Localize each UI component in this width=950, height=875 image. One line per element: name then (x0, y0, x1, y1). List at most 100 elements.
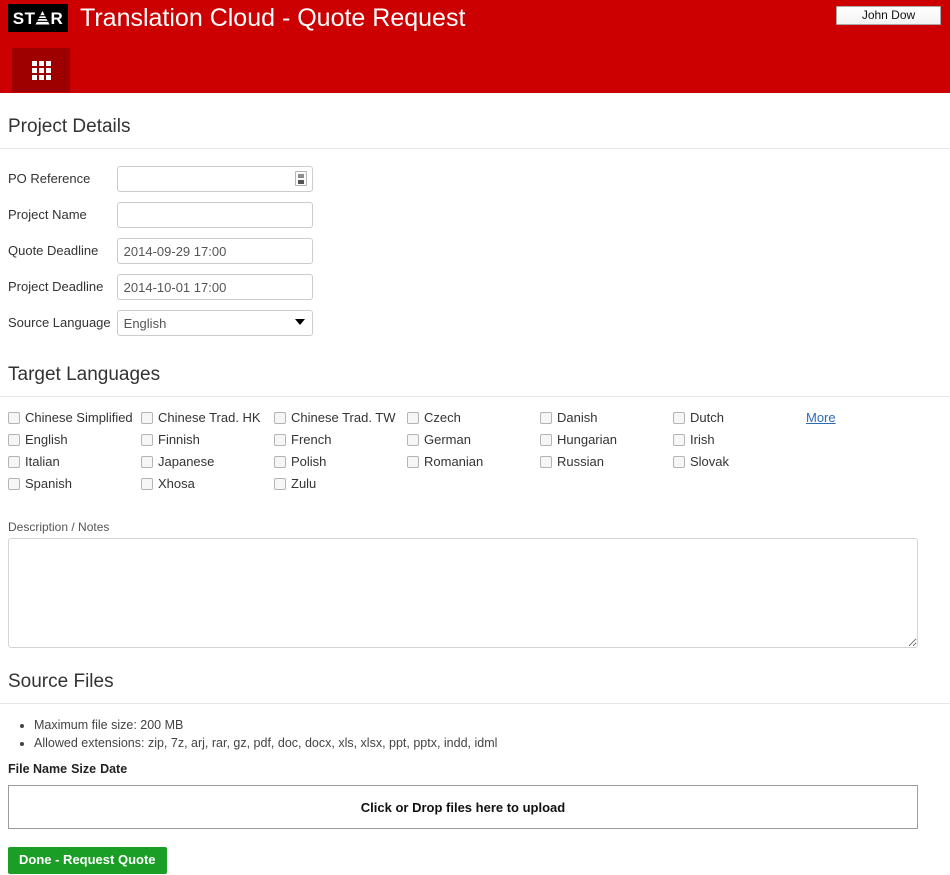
form-row-po-reference: PO Reference (8, 161, 313, 197)
language-label: Xhosa (158, 476, 195, 491)
apps-grid-icon (32, 61, 51, 80)
language-label: Hungarian (557, 432, 617, 447)
language-checkbox-item[interactable]: Zulu (274, 476, 407, 491)
language-checkbox-item[interactable]: Xhosa (141, 476, 274, 491)
language-checkbox[interactable] (407, 434, 419, 446)
submit-request-quote-button[interactable]: Done - Request Quote (8, 847, 167, 874)
file-dropzone[interactable]: Click or Drop files here to upload (8, 785, 918, 829)
language-label: Italian (25, 454, 60, 469)
language-checkbox-item[interactable]: Slovak (673, 454, 806, 469)
language-checkbox-item[interactable]: Irish (673, 432, 806, 447)
language-checkbox-item[interactable]: Romanian (407, 454, 540, 469)
language-checkbox[interactable] (673, 434, 685, 446)
language-checkbox[interactable] (8, 412, 20, 424)
language-checkbox-item[interactable]: French (274, 432, 407, 447)
section-divider (0, 703, 950, 704)
language-row: Spanish Xhosa Zulu (8, 476, 942, 498)
star-logo-suffix: R (50, 10, 63, 27)
picker-icon[interactable] (295, 171, 307, 186)
section-divider (0, 148, 950, 149)
apps-nav-tab[interactable] (12, 48, 70, 92)
file-table-header: File Name Size Date (8, 762, 942, 776)
project-name-input[interactable] (117, 202, 313, 228)
language-checkbox-item[interactable]: Polish (274, 454, 407, 469)
project-details-form: PO Reference Project Name Quote Deadline… (8, 161, 313, 341)
language-checkbox[interactable] (141, 412, 153, 424)
language-row: Italian Japanese Polish Romanian Russian… (8, 454, 942, 476)
section-divider (0, 396, 950, 397)
language-checkbox-item[interactable]: Dutch (673, 410, 806, 425)
user-menu-button[interactable]: John Dow (836, 6, 941, 25)
language-label: French (291, 432, 331, 447)
language-checkbox[interactable] (540, 456, 552, 468)
po-reference-wrap (117, 166, 313, 192)
language-label: English (25, 432, 68, 447)
language-label: Polish (291, 454, 326, 469)
language-label: Chinese Simplified (25, 410, 133, 425)
language-checkbox[interactable] (8, 434, 20, 446)
label-quote-deadline: Quote Deadline (8, 233, 117, 269)
language-checkbox-item[interactable]: Hungarian (540, 432, 673, 447)
language-checkbox-item[interactable]: Chinese Simplified (8, 410, 141, 425)
language-label: Russian (557, 454, 604, 469)
language-checkbox[interactable] (274, 456, 286, 468)
page-title: Translation Cloud - Quote Request (80, 4, 465, 32)
language-checkbox-item[interactable]: Italian (8, 454, 141, 469)
quote-deadline-input[interactable] (117, 238, 313, 264)
language-checkbox[interactable] (407, 456, 419, 468)
language-checkbox[interactable] (141, 456, 153, 468)
language-checkbox[interactable] (274, 412, 286, 424)
po-reference-input[interactable] (117, 166, 313, 192)
language-label: Romanian (424, 454, 483, 469)
language-checkbox-item[interactable]: Czech (407, 410, 540, 425)
language-checkbox-item[interactable]: Chinese Trad. HK (141, 410, 274, 425)
language-checkbox-item[interactable]: Spanish (8, 476, 141, 491)
language-checkbox[interactable] (673, 412, 685, 424)
language-label: Japanese (158, 454, 214, 469)
description-label: Description / Notes (8, 520, 942, 534)
language-row: English Finnish French German Hungarian … (8, 432, 942, 454)
language-checkbox[interactable] (141, 434, 153, 446)
brand: ST R Translation Cloud - Quote Request (8, 4, 465, 32)
language-label: Slovak (690, 454, 729, 469)
label-project-name: Project Name (8, 197, 117, 233)
project-deadline-input[interactable] (117, 274, 313, 300)
language-label: Spanish (25, 476, 72, 491)
language-checkbox-item[interactable]: Danish (540, 410, 673, 425)
language-checkbox[interactable] (540, 412, 552, 424)
language-checkbox[interactable] (8, 456, 20, 468)
language-checkbox[interactable] (141, 478, 153, 490)
form-row-project-deadline: Project Deadline (8, 269, 313, 305)
more-languages-link[interactable]: More (806, 410, 836, 425)
star-logo: ST R (8, 4, 68, 32)
language-checkbox-item[interactable]: Finnish (141, 432, 274, 447)
target-languages-grid: Chinese Simplified Chinese Trad. HK Chin… (8, 410, 942, 498)
language-checkbox-item[interactable]: Russian (540, 454, 673, 469)
language-checkbox[interactable] (274, 434, 286, 446)
file-rules-list: Maximum file size: 200 MB Allowed extens… (8, 716, 942, 752)
language-checkbox-item[interactable]: Chinese Trad. TW (274, 410, 407, 425)
language-checkbox[interactable] (673, 456, 685, 468)
column-header-date: Date (100, 762, 127, 776)
label-po-reference: PO Reference (8, 161, 117, 197)
language-label: Danish (557, 410, 597, 425)
star-logo-text: ST R (13, 10, 64, 27)
language-checkbox[interactable] (274, 478, 286, 490)
language-label: Chinese Trad. TW (291, 410, 396, 425)
language-label: Zulu (291, 476, 316, 491)
language-checkbox[interactable] (407, 412, 419, 424)
language-checkbox[interactable] (540, 434, 552, 446)
language-checkbox-item[interactable]: Japanese (141, 454, 274, 469)
language-label: Czech (424, 410, 461, 425)
language-checkbox-item[interactable]: English (8, 432, 141, 447)
language-label: Irish (690, 432, 715, 447)
description-textarea[interactable] (8, 538, 918, 648)
language-checkbox-item[interactable]: German (407, 432, 540, 447)
language-label: German (424, 432, 471, 447)
language-row: Chinese Simplified Chinese Trad. HK Chin… (8, 410, 942, 432)
form-row-project-name: Project Name (8, 197, 313, 233)
source-language-select[interactable]: English (117, 310, 313, 336)
language-checkbox[interactable] (8, 478, 20, 490)
form-row-source-language: Source Language English (8, 305, 313, 341)
language-label: Dutch (690, 410, 724, 425)
